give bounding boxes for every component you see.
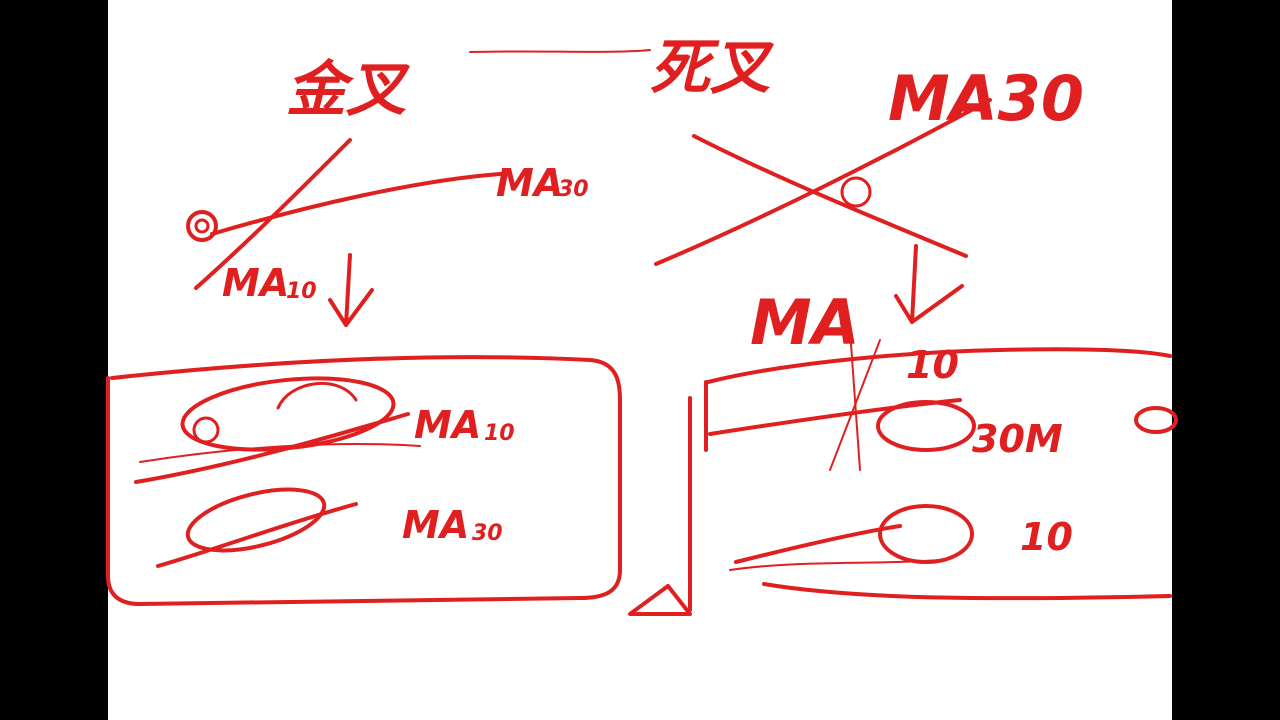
- left-box-label-ma10: MA: [414, 403, 481, 447]
- label-ma30-left: MA: [496, 161, 563, 205]
- right-box-bottom-edge: [762, 582, 1172, 601]
- left-box-outline: [106, 355, 622, 606]
- label-ma10-right: MA: [750, 286, 860, 359]
- vertical-arrow: [628, 396, 692, 616]
- right-box-ellipse-lower: [878, 504, 974, 564]
- cross-marker-right: [840, 176, 872, 208]
- label-ma10-left-sub: 10: [286, 279, 317, 304]
- left-box-label-ma30-sub: 30: [472, 521, 503, 546]
- vertical-arrow-head: [628, 584, 692, 616]
- down-arrow-left: [328, 253, 374, 327]
- down-arrow-right: [894, 244, 964, 324]
- right-box-ellipse-edge: [1134, 406, 1178, 434]
- right-box-label-30m: 30M: [972, 417, 1063, 461]
- ghost-stroke-left-box: [139, 442, 421, 463]
- left-box: [106, 355, 622, 606]
- ma30-line-left: [210, 172, 502, 236]
- screen: 金叉 死叉 MA 30 MA 10 MA30 MA 10 MA 10 MA 30…: [0, 0, 1280, 720]
- label-ma30-left-sub: 30: [558, 177, 589, 202]
- handwritten-diagram: 金叉 死叉 MA 30 MA 10 MA30 MA 10 MA 10 MA 30…: [106, 33, 1178, 616]
- label-ma10-right-sub: 10: [906, 343, 959, 387]
- cross-marker-outer: [186, 210, 218, 242]
- label-ma30-top-right: MA30: [888, 62, 1084, 135]
- right-box-ma30-line: [708, 398, 962, 436]
- cross-marker-inner: [194, 218, 210, 234]
- ma10-line-right: [692, 134, 968, 258]
- ghost-stroke-top: [469, 49, 651, 53]
- left-box-label-ma10-sub: 10: [484, 421, 515, 446]
- right-box-label-10: 10: [1020, 515, 1073, 559]
- right-box-ellipse-upper: [876, 400, 976, 452]
- right-heading-death-cross: 死叉: [650, 33, 774, 103]
- left-heading-golden-cross: 金叉: [286, 55, 410, 125]
- left-box-cross-marker: [192, 416, 220, 444]
- right-box-ma10-line: [734, 524, 902, 564]
- left-box-arc-upper: [276, 381, 358, 410]
- left-box-label-ma30: MA: [402, 503, 469, 547]
- label-ma10-left: MA: [222, 261, 289, 305]
